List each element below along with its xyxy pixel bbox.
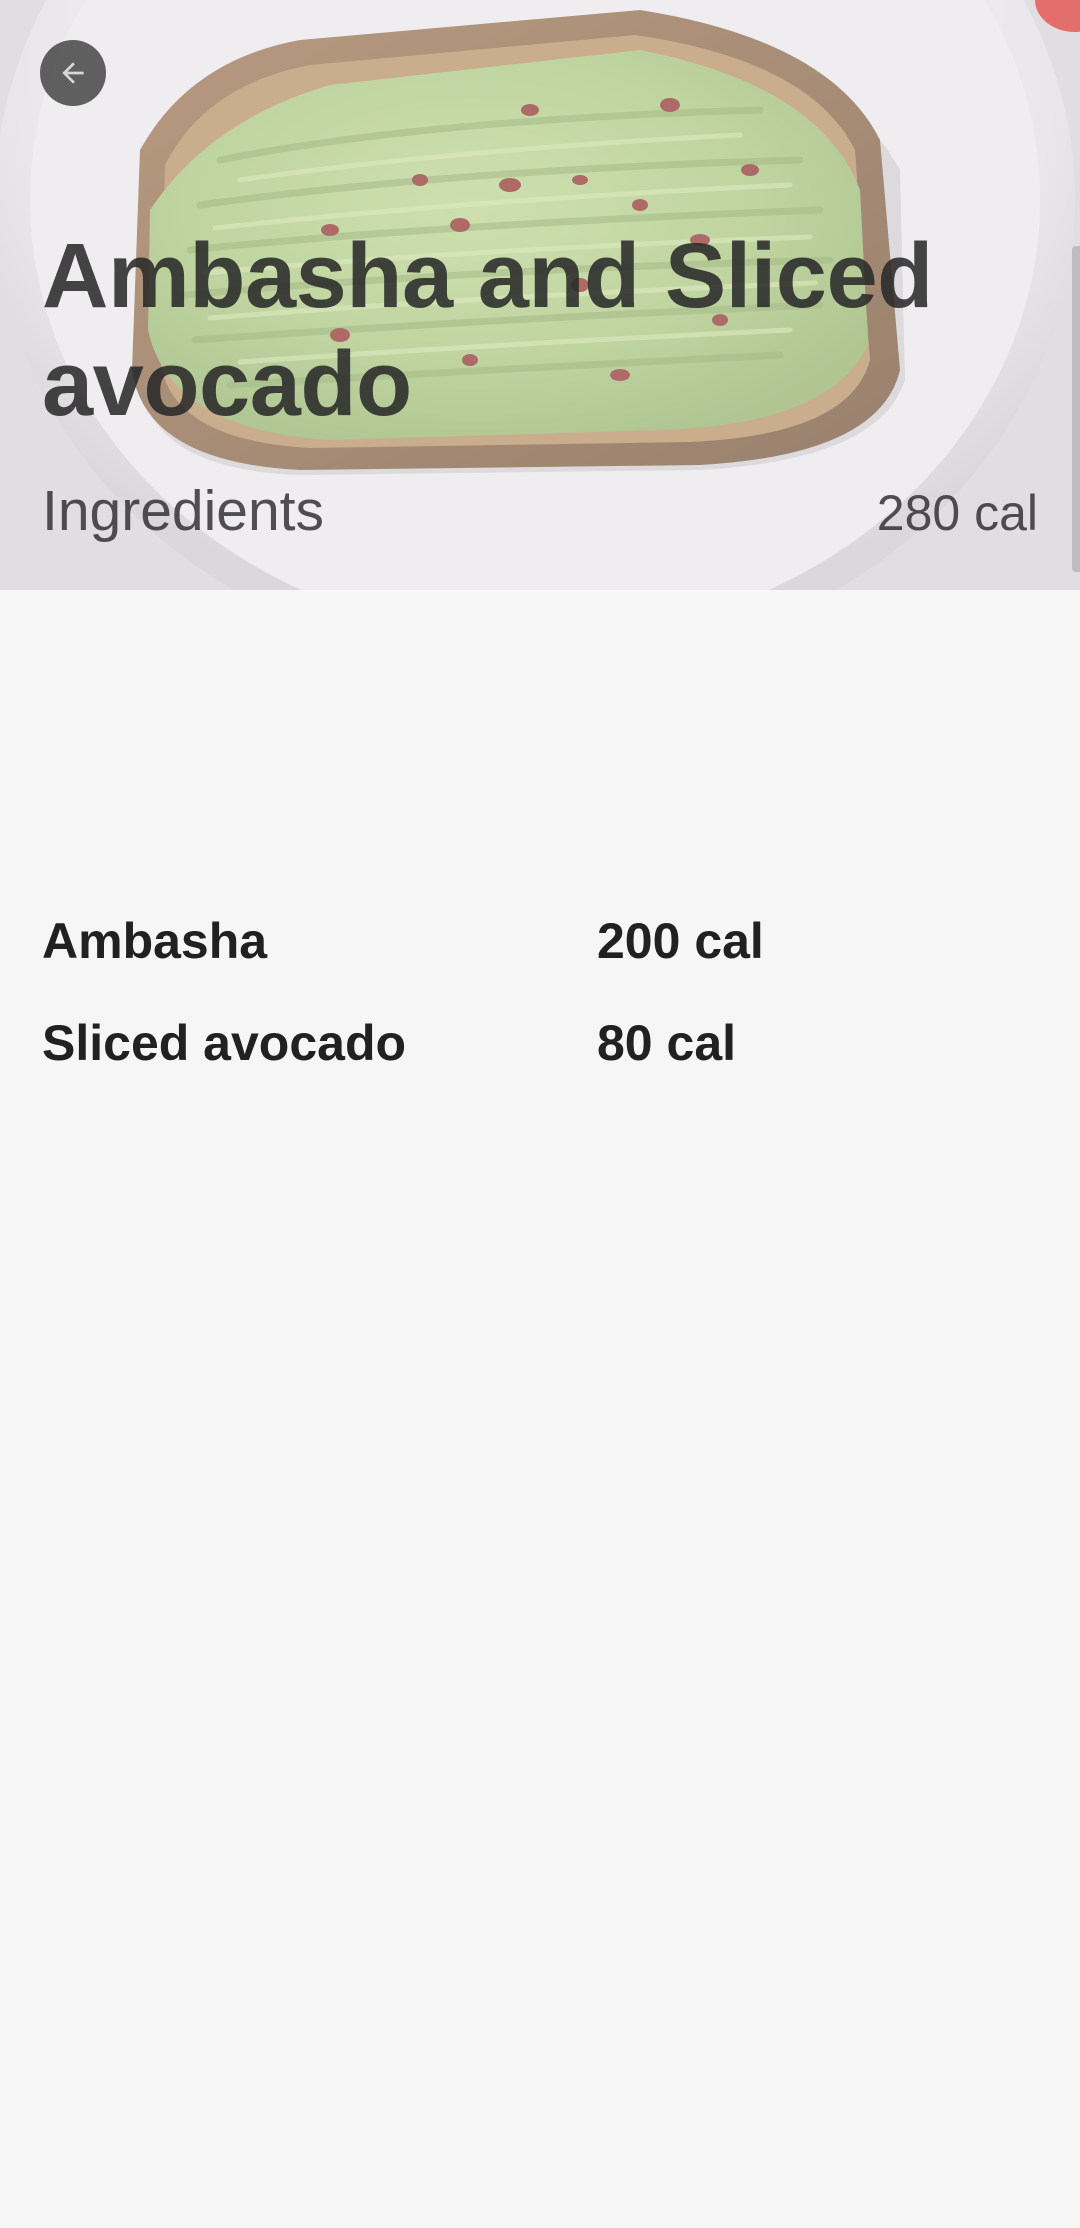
hero-header: Ambasha and Sliced avocado Ingredients 2… xyxy=(0,0,1080,590)
list-item: Ambasha 200 cal xyxy=(0,900,1080,1002)
ingredient-list: Ambasha 200 cal Sliced avocado 80 cal xyxy=(0,900,1080,1104)
ingredient-name: Ambasha xyxy=(42,913,268,969)
recipe-title: Ambasha and Sliced avocado xyxy=(42,225,933,435)
ingredient-calories: 80 cal xyxy=(597,1015,737,1071)
total-calories: 280 cal xyxy=(876,485,1038,541)
ingredients-heading: Ingredients xyxy=(42,479,325,543)
ingredient-name: Sliced avocado xyxy=(42,1015,407,1071)
scrollbar[interactable] xyxy=(1072,246,1080,572)
back-button[interactable] xyxy=(40,40,106,106)
arrow-back-icon xyxy=(62,62,84,84)
ingredient-calories: 200 cal xyxy=(597,913,764,969)
list-item: Sliced avocado 80 cal xyxy=(0,1002,1080,1104)
